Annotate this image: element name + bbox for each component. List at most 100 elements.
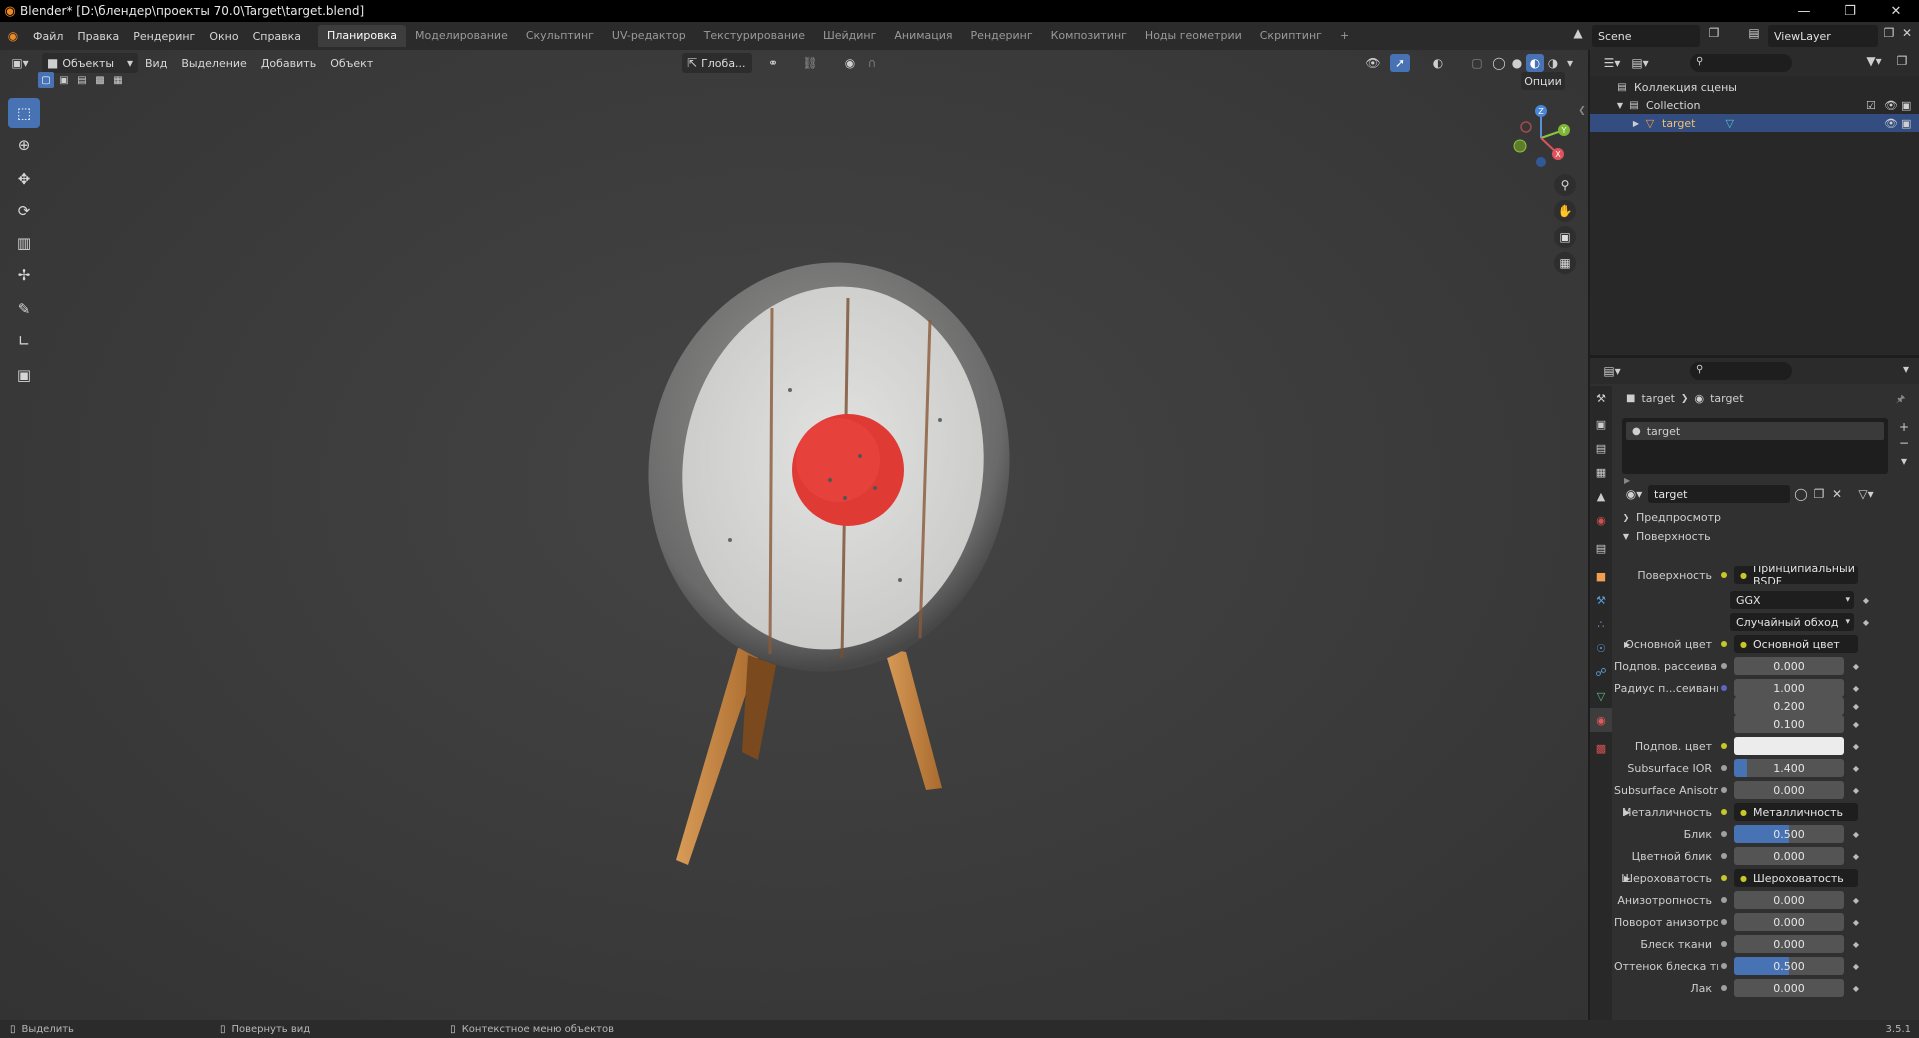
unlink-material-icon[interactable]: ✕ bbox=[1828, 487, 1846, 501]
filter-icon[interactable]: ▼▾ bbox=[1862, 54, 1886, 68]
annotate-tool-icon[interactable]: ✎ bbox=[8, 294, 40, 324]
3d-viewport[interactable]: ▣▾ ■ Объекты ▾ Вид Выделение Добавить Об… bbox=[0, 50, 1588, 1020]
material-slot-item[interactable]: ● target bbox=[1626, 422, 1884, 440]
socket-dot-icon[interactable] bbox=[1718, 938, 1730, 950]
socket-dot-icon[interactable] bbox=[1718, 872, 1730, 884]
socket-dot-icon[interactable] bbox=[1718, 894, 1730, 906]
keyframe-icon[interactable]: ◆ bbox=[1850, 962, 1862, 971]
menu-help[interactable]: Справка bbox=[246, 30, 308, 43]
number-field[interactable]: 0.000 bbox=[1734, 891, 1844, 909]
menu-edit[interactable]: Правка bbox=[70, 30, 126, 43]
tab-uv-editing[interactable]: UV-редактор bbox=[603, 25, 695, 47]
shading-options-icon[interactable]: ▾ bbox=[1562, 56, 1578, 70]
socket-dot-icon[interactable] bbox=[1718, 828, 1730, 840]
slot-specials-icon[interactable]: ▾ bbox=[1896, 454, 1912, 468]
dropdown-select[interactable]: GGX ▾ bbox=[1730, 591, 1854, 609]
view-layer-tab-icon[interactable]: ▦ bbox=[1590, 460, 1612, 484]
view-layer-icon[interactable]: ▤ bbox=[1745, 26, 1763, 40]
transform-tool-icon[interactable]: ✢ bbox=[8, 260, 40, 290]
scene-selector[interactable]: Scene bbox=[1592, 25, 1700, 47]
eye-icon[interactable]: 👁 bbox=[1884, 99, 1898, 112]
tool-tab-icon[interactable]: ⚒ bbox=[1590, 386, 1612, 410]
perspective-grid-icon[interactable]: ▦ bbox=[1554, 252, 1576, 274]
tab-sculpting[interactable]: Скульптинг bbox=[517, 25, 603, 47]
keyframe-icon[interactable]: ◆ bbox=[1850, 852, 1862, 861]
add-slot-icon[interactable]: + bbox=[1896, 420, 1912, 434]
collection-tab-icon[interactable]: ▤ bbox=[1590, 536, 1612, 560]
close-button[interactable]: ✕ bbox=[1873, 0, 1919, 22]
tab-modeling[interactable]: Моделирование bbox=[406, 25, 517, 47]
keyframe-icon[interactable]: ◆ bbox=[1850, 742, 1862, 751]
pin-icon[interactable]: 🖈 bbox=[1896, 392, 1905, 409]
texture-tab-icon[interactable]: ▩ bbox=[1590, 736, 1612, 760]
mode-selector[interactable]: ■ Объекты ▾ bbox=[42, 53, 138, 73]
linked-socket-field[interactable]: ● Принципиальный BSDF bbox=[1734, 566, 1858, 584]
material-name-field[interactable]: target bbox=[1648, 485, 1790, 503]
socket-dot-icon[interactable] bbox=[1718, 638, 1730, 650]
link-mode-icon[interactable]: ▽▾ bbox=[1854, 487, 1878, 501]
select-intersect-icon[interactable]: ▦ bbox=[110, 72, 126, 88]
tab-layout[interactable]: Планировка bbox=[318, 25, 407, 47]
add-cube-tool-icon[interactable]: ▣ bbox=[8, 360, 40, 390]
keyframe-icon[interactable]: ◆ bbox=[1860, 596, 1872, 605]
keyframe-icon[interactable]: ◆ bbox=[1850, 764, 1862, 773]
linked-socket-field[interactable]: ● Металличность bbox=[1734, 803, 1858, 821]
socket-expand-icon[interactable]: ▶ bbox=[1624, 874, 1630, 883]
number-field[interactable]: 0.200 bbox=[1734, 697, 1844, 715]
scene-icon[interactable]: ▲ bbox=[1568, 26, 1588, 40]
view-layer-selector[interactable]: ViewLayer bbox=[1768, 25, 1878, 47]
keyframe-icon[interactable]: ◆ bbox=[1850, 786, 1862, 795]
tab-shading[interactable]: Шейдинг bbox=[814, 25, 885, 47]
scale-tool-icon[interactable]: ▥ bbox=[8, 228, 40, 258]
snap-icon[interactable]: ⛓ bbox=[790, 56, 830, 70]
overlays-icon[interactable]: ◐ bbox=[1428, 56, 1448, 70]
keyframe-icon[interactable]: ◆ bbox=[1850, 684, 1862, 693]
keyframe-icon[interactable]: ◆ bbox=[1850, 702, 1862, 711]
particles-tab-icon[interactable]: ∴ bbox=[1590, 612, 1612, 636]
display-mode-icon[interactable]: ▤▾ bbox=[1626, 56, 1654, 70]
properties-editor-type-icon[interactable]: ▤▾ bbox=[1598, 364, 1626, 378]
properties-search-input[interactable]: ⚲ bbox=[1690, 362, 1792, 380]
object-render-camera-icon[interactable]: ▣ bbox=[1901, 117, 1911, 130]
material-preview-icon[interactable]: ◐ bbox=[1526, 54, 1544, 72]
keyframe-icon[interactable]: ◆ bbox=[1850, 984, 1862, 993]
number-field[interactable]: 0.500 bbox=[1734, 825, 1844, 843]
number-field[interactable]: 1.000 bbox=[1734, 679, 1844, 697]
remove-slot-icon[interactable]: − bbox=[1896, 436, 1912, 450]
tab-rendering[interactable]: Рендеринг bbox=[962, 25, 1042, 47]
material-slot-list[interactable]: ● target bbox=[1622, 418, 1888, 474]
select-subtract-icon[interactable]: ▤ bbox=[74, 72, 90, 88]
keyframe-icon[interactable]: ◆ bbox=[1850, 720, 1862, 729]
zoom-icon[interactable]: ⚲ bbox=[1554, 174, 1576, 196]
render-camera-icon[interactable]: ▣ bbox=[1901, 99, 1911, 112]
tab-compositing[interactable]: Композитинг bbox=[1042, 25, 1136, 47]
linked-socket-field[interactable]: ● Шероховатость bbox=[1734, 869, 1858, 887]
options-button[interactable]: Опции bbox=[1521, 72, 1565, 90]
number-field[interactable]: 0.000 bbox=[1734, 979, 1844, 997]
number-field[interactable]: 0.000 bbox=[1734, 935, 1844, 953]
pan-hand-icon[interactable]: ✋ bbox=[1554, 200, 1576, 222]
minimize-button[interactable]: — bbox=[1781, 0, 1827, 22]
falloff-icon[interactable]: ∩ bbox=[862, 56, 882, 70]
socket-dot-icon[interactable] bbox=[1718, 916, 1730, 928]
color-swatch[interactable] bbox=[1734, 737, 1844, 755]
socket-expand-icon[interactable]: ▶ bbox=[1624, 640, 1630, 649]
expand-chevron-icon[interactable]: ▼ bbox=[1614, 101, 1626, 110]
viewport-menu-add[interactable]: Добавить bbox=[254, 57, 323, 70]
cursor-tool-icon[interactable]: ⊕ bbox=[8, 130, 40, 160]
properties-options-icon[interactable]: ▾ bbox=[1898, 362, 1914, 376]
rendered-shading-icon[interactable]: ◑ bbox=[1544, 56, 1562, 70]
socket-dot-icon[interactable] bbox=[1718, 616, 1730, 628]
keyframe-icon[interactable]: ◆ bbox=[1850, 896, 1862, 905]
outliner-row-scene-collection[interactable]: ▤ Коллекция сцены bbox=[1590, 78, 1919, 96]
new-view-layer-icon[interactable]: ❐ bbox=[1880, 26, 1898, 40]
tab-scripting[interactable]: Скриптинг bbox=[1251, 25, 1331, 47]
material-tab-icon[interactable]: ◉ bbox=[1590, 708, 1612, 732]
target-model[interactable] bbox=[630, 220, 1030, 880]
socket-dot-icon[interactable] bbox=[1718, 784, 1730, 796]
solid-shading-icon[interactable]: ● bbox=[1508, 56, 1526, 70]
select-invert-icon[interactable]: ▩ bbox=[92, 72, 108, 88]
gizmo-toggle-icon[interactable]: ➚ bbox=[1390, 54, 1410, 72]
socket-dot-icon[interactable] bbox=[1718, 594, 1730, 606]
navigation-gizmo[interactable]: Z Y X bbox=[1506, 100, 1576, 170]
